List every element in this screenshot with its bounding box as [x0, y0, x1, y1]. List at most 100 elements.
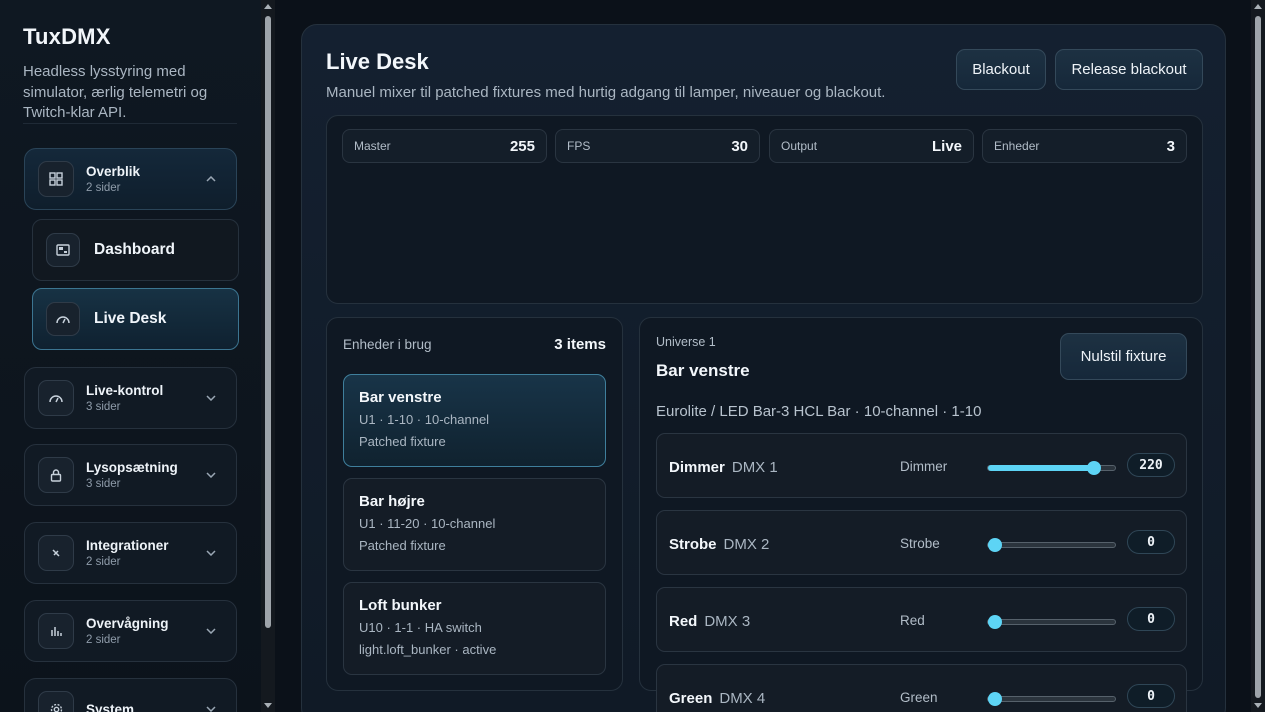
stat-value: 255 [509, 137, 535, 155]
nav-group-title: Integrationer [86, 538, 169, 553]
sidebar-item-live-desk[interactable]: Live Desk [32, 288, 239, 350]
channel-slider[interactable] [987, 615, 1116, 629]
scroll-up-arrow[interactable] [1254, 4, 1262, 9]
nav-group-lysopsaetning[interactable]: Lysopsætning 3 sider [24, 444, 237, 506]
device-meta: U1 · 1-10 · 10-channel [359, 412, 490, 427]
gear-icon [38, 691, 74, 712]
chevron-down-icon [206, 704, 216, 712]
nav-group-title: Overblik [86, 164, 141, 179]
nav-group-system[interactable]: System [24, 678, 237, 712]
scroll-up-arrow[interactable] [264, 4, 272, 9]
dashboard-icon [46, 233, 80, 267]
channel-dmx: DMX 1 [731, 459, 778, 476]
device-name: Bar venstre [359, 389, 442, 406]
scrollbar-thumb[interactable] [265, 16, 271, 628]
gauge-icon [46, 302, 80, 336]
page-title: Live Desk [326, 49, 429, 74]
channel-name-wrap: Red DMX 3 [669, 613, 750, 630]
page-scrollbar[interactable] [1251, 0, 1265, 712]
live-desk-panel: Live Desk Manuel mixer til patched fixtu… [301, 24, 1226, 712]
nav-group-subtitle: 2 sider [86, 182, 121, 194]
fixture-panel: Universe 1 Bar venstre Nulstil fixture E… [639, 317, 1203, 712]
channel-dmx: DMX 4 [719, 690, 766, 707]
reset-fixture-button[interactable]: Nulstil fixture [1060, 333, 1187, 380]
nav-group-live-kontrol[interactable]: Live-kontrol 3 sider [24, 367, 237, 429]
release-blackout-button[interactable]: Release blackout [1055, 49, 1203, 90]
channel-slider[interactable] [987, 692, 1116, 706]
channel-dmx: DMX 2 [723, 536, 770, 553]
channel-row: Green DMX 4 Green 0 [656, 664, 1187, 712]
sidebar-item-label: Dashboard [94, 241, 175, 258]
device-status: Patched fixture [359, 538, 446, 553]
scroll-down-arrow[interactable] [264, 703, 272, 708]
nav-group-subtitle: 3 sider [86, 478, 121, 490]
channel-name-wrap: Strobe DMX 2 [669, 536, 769, 553]
channel-value[interactable]: 0 [1127, 607, 1175, 631]
sidebar: TuxDMX Headless lysstyring med simulator… [0, 0, 261, 712]
channel-row: Red DMX 3 Red 0 [656, 587, 1187, 652]
channel-row: Dimmer DMX 1 Dimmer 220 [656, 433, 1187, 498]
nav-group-title: Live-kontrol [86, 383, 164, 398]
stat-label: Output [781, 139, 818, 153]
channel-slider[interactable] [987, 538, 1116, 552]
channel-name: Strobe [669, 536, 717, 553]
nav-group-title: Overvågning [86, 616, 169, 631]
sidebar-item-dashboard[interactable]: Dashboard [32, 219, 239, 281]
stat-label: FPS [567, 139, 591, 153]
channel-name-wrap: Dimmer DMX 1 [669, 459, 778, 476]
slider-handle[interactable] [988, 615, 1002, 629]
gauge-icon [38, 380, 74, 416]
channel-value[interactable]: 0 [1127, 684, 1175, 708]
device-meta: U10 · 1-1 · HA switch [359, 620, 482, 635]
channel-name: Dimmer [669, 459, 725, 476]
channel-value[interactable]: 0 [1127, 530, 1175, 554]
devices-panel: Enheder i brug 3 items Bar venstre U1 · … [326, 317, 623, 691]
slider-fill [988, 465, 1095, 471]
brand-title: TuxDMX [23, 24, 111, 49]
stats-box: Master 255 FPS 30 Output Live Enheder 3 [326, 115, 1203, 304]
device-card[interactable]: Loft bunker U10 · 1-1 · HA switch light.… [343, 582, 606, 675]
channel-type: Strobe [900, 536, 940, 551]
stat-master: Master 255 [342, 129, 547, 163]
channel-value[interactable]: 220 [1127, 453, 1175, 477]
scroll-down-arrow[interactable] [1254, 703, 1262, 708]
channel-row: Strobe DMX 2 Strobe 0 [656, 510, 1187, 575]
chevron-down-icon [206, 470, 216, 480]
slider-handle[interactable] [988, 538, 1002, 552]
slider-handle[interactable] [1087, 461, 1102, 475]
nav-group-overblik[interactable]: Overblik 2 sider [24, 148, 237, 210]
channel-dmx: DMX 3 [704, 613, 751, 630]
device-card[interactable]: Bar højre U1 · 11-20 · 10-channel Patche… [343, 478, 606, 571]
stat-value: Live [931, 137, 962, 155]
nav-group-title: System [86, 701, 135, 712]
device-status: Patched fixture [359, 434, 446, 449]
channel-name-wrap: Green DMX 4 [669, 690, 765, 707]
stat-label: Master [354, 139, 391, 153]
brand-tagline: Headless lysstyring med simulator, ærlig… [23, 63, 208, 121]
channel-type: Dimmer [900, 459, 948, 474]
bars-icon [38, 613, 74, 649]
devices-heading: Enheder i brug [343, 337, 432, 352]
device-name: Bar højre [359, 493, 425, 510]
slider-handle[interactable] [988, 692, 1002, 706]
fixture-name: Bar venstre [656, 361, 750, 380]
plug-icon [38, 535, 74, 571]
channel-slider[interactable] [987, 461, 1116, 475]
fixture-description: Eurolite / LED Bar-3 HCL Bar · 10-channe… [656, 403, 982, 420]
nav-group-overvaagning[interactable]: Overvågning 2 sider [24, 600, 237, 662]
device-meta: U1 · 11-20 · 10-channel [359, 516, 496, 531]
stat-output: Output Live [769, 129, 974, 163]
stat-enheder: Enheder 3 [982, 129, 1187, 163]
blackout-button[interactable]: Blackout [956, 49, 1046, 90]
channel-name: Green [669, 690, 713, 707]
device-card[interactable]: Bar venstre U1 · 1-10 · 10-channel Patch… [343, 374, 606, 467]
chevron-up-icon [206, 174, 216, 184]
stat-label: Enheder [994, 139, 1040, 153]
stat-value: 3 [1166, 137, 1175, 155]
sidebar-divider [23, 123, 237, 124]
grid-icon [38, 161, 74, 197]
chevron-down-icon [206, 393, 216, 403]
sidebar-scrollbar[interactable] [261, 0, 275, 712]
nav-group-integrationer[interactable]: Integrationer 2 sider [24, 522, 237, 584]
scrollbar-thumb[interactable] [1255, 16, 1261, 698]
